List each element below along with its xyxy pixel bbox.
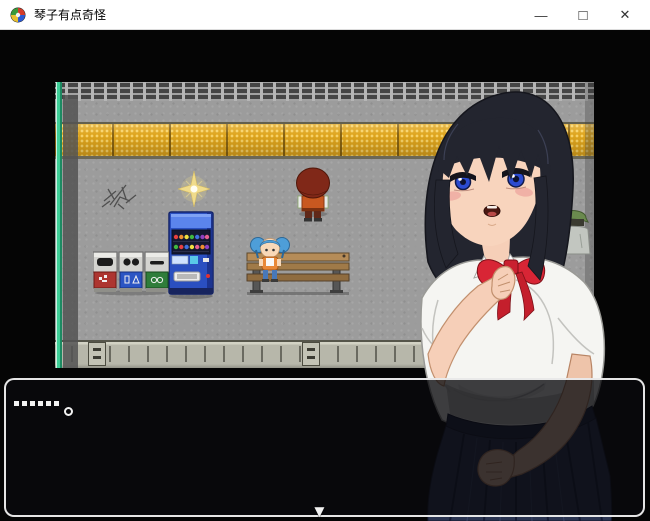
game-window: 琴子有点奇怪 — □ ✕: [0, 0, 650, 521]
continue-indicator-icon[interactable]: ▼: [311, 503, 328, 520]
game-viewport[interactable]: ……。 ▼: [0, 31, 650, 521]
recycle-bins: [93, 250, 169, 296]
sparkle: [177, 170, 211, 208]
seated-girl-sprite: [249, 228, 291, 288]
titlebar: 琴子有点奇怪 — □ ✕: [0, 0, 650, 30]
dialog-box[interactable]: ……。: [4, 378, 645, 517]
vending-machine: [167, 208, 217, 300]
pavement-crack: [100, 177, 142, 213]
green-pole: [56, 82, 62, 368]
minimize-button[interactable]: —: [520, 0, 562, 30]
red-haired-sprite: [290, 166, 336, 226]
game-icon: [10, 7, 26, 23]
curb-post: [302, 342, 320, 366]
maximize-button[interactable]: □: [562, 0, 604, 30]
window-title: 琴子有点奇怪: [34, 6, 106, 23]
curb-post: [88, 342, 106, 366]
window-controls: — □ ✕: [520, 0, 646, 30]
pole-shadow: [63, 95, 78, 368]
close-button[interactable]: ✕: [604, 0, 646, 30]
dialog-ellipsis-visual: [14, 401, 73, 416]
